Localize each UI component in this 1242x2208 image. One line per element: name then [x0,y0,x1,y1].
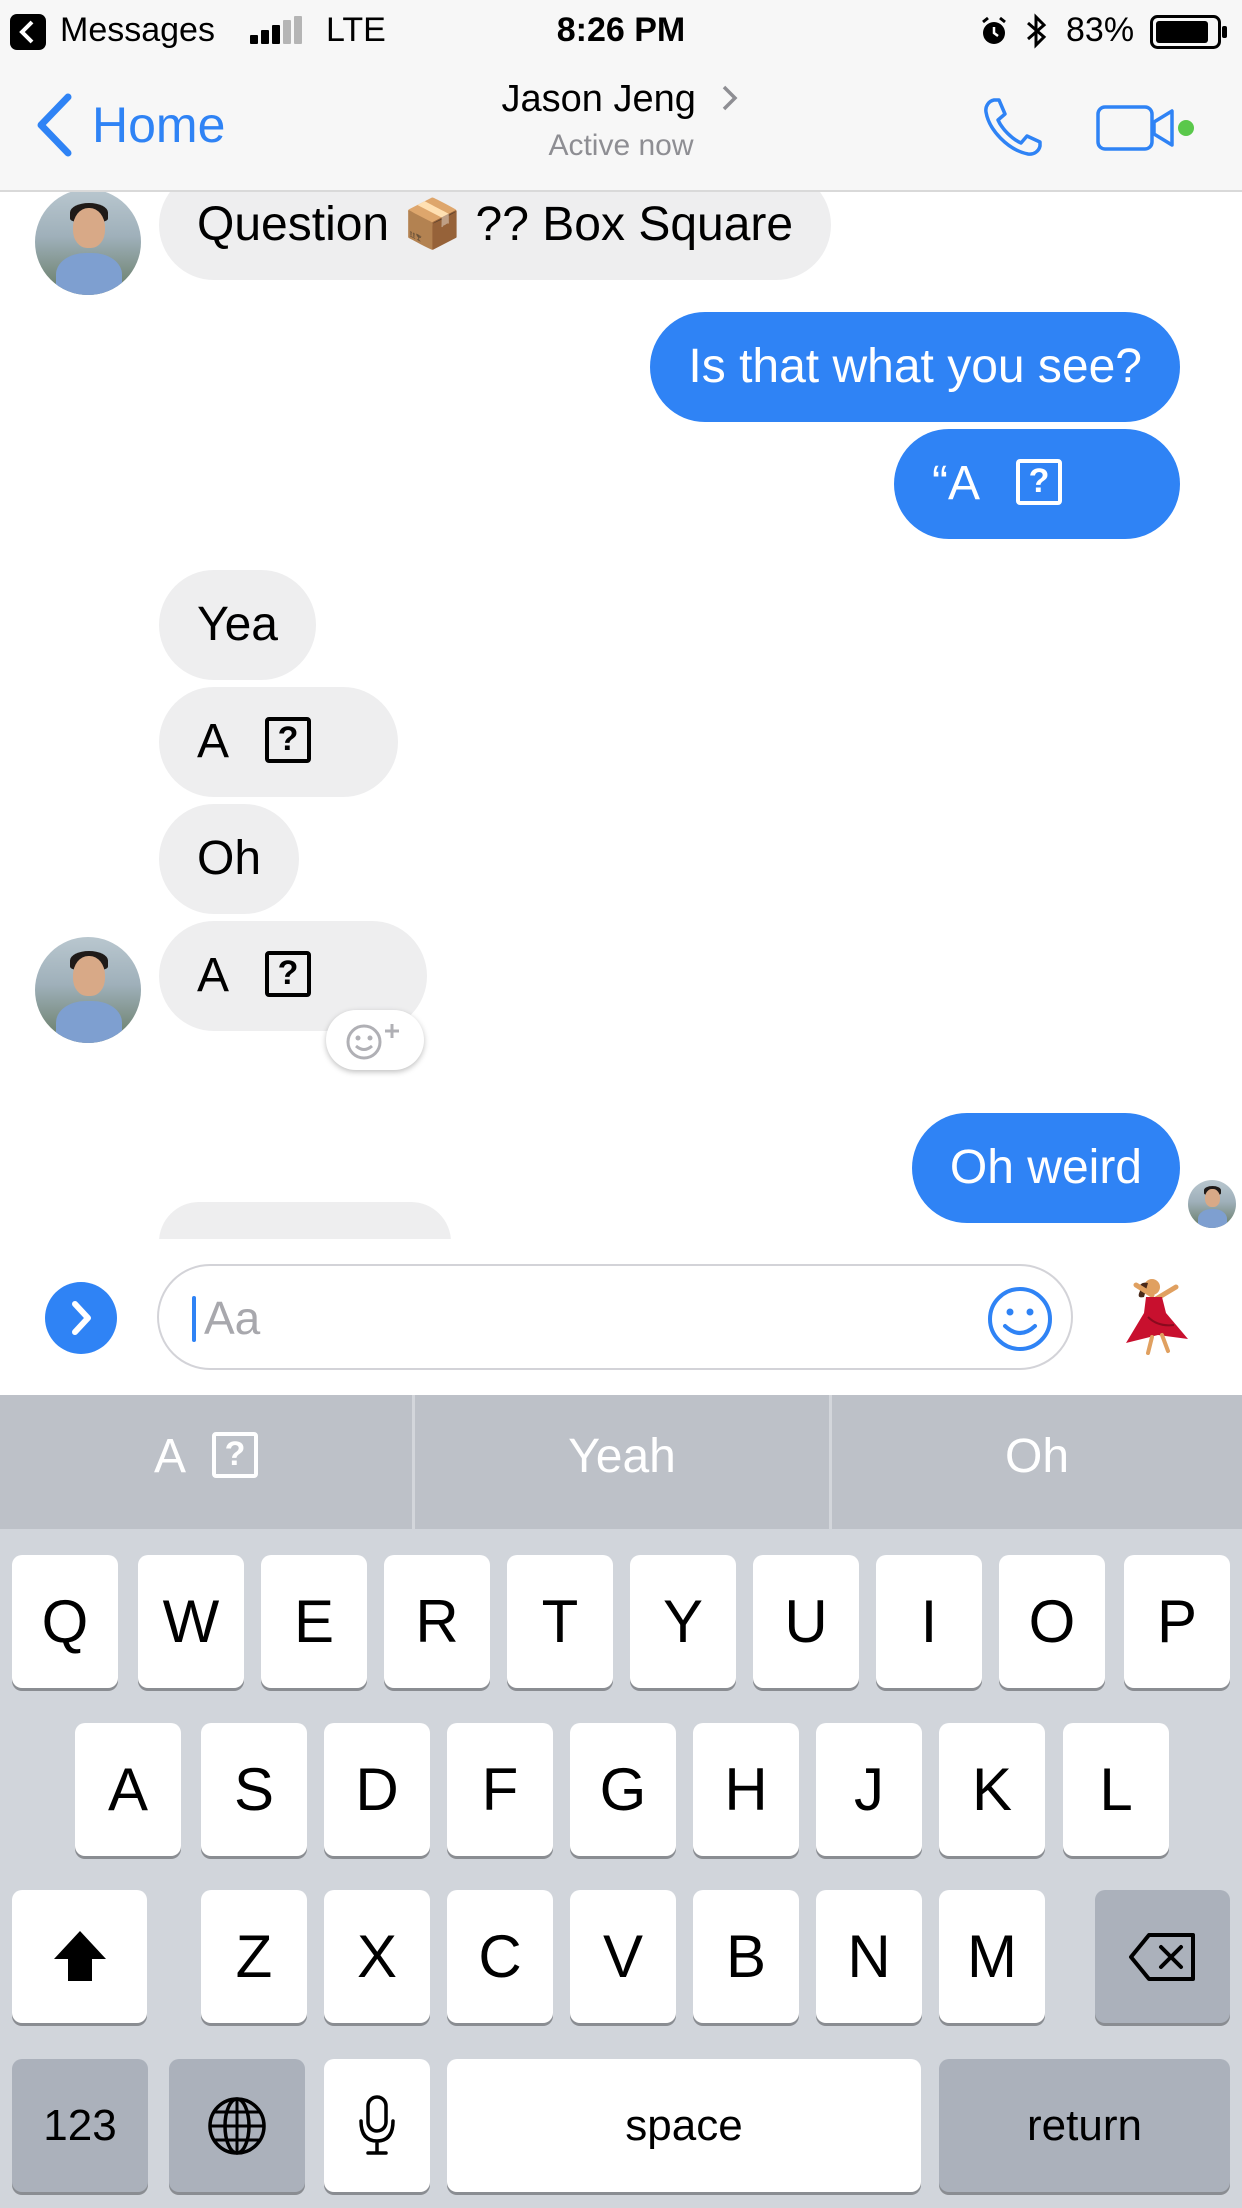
message-bubble-incoming[interactable]: Oh [159,804,300,914]
key-h[interactable]: H [693,1723,799,1856]
back-label: Home [92,97,226,153]
space-key[interactable]: space [447,2059,921,2192]
contact-status: Active now [548,129,694,162]
key-c[interactable]: C [447,1890,553,2023]
key-z[interactable]: Z [201,1890,307,2023]
keyboard: A? Yeah Oh Q W E R T Y U I O P A S D F G… [0,1395,1242,2208]
message-bubble-outgoing[interactable]: “A? [894,429,1180,539]
suggestion-3[interactable]: Oh [832,1395,1242,1529]
composer-bar: Aa [0,1239,1242,1395]
chevron-left-icon [37,93,72,157]
key-q[interactable]: Q [12,1555,118,1688]
key-v[interactable]: V [570,1890,676,2023]
shift-key[interactable] [12,1890,147,2023]
contact-avatar[interactable] [35,192,141,295]
add-reaction-button[interactable] [326,1010,424,1070]
suggestion-1[interactable]: A? [0,1395,412,1529]
message-placeholder: Aa [204,1292,261,1344]
message-bubble-outgoing[interactable]: Is that what you see? [650,312,1180,422]
chevron-right-icon [723,85,738,111]
message-input[interactable]: Aa [157,1264,1073,1370]
chevron-right-icon [72,1301,91,1335]
key-u[interactable]: U [753,1555,859,1688]
key-k[interactable]: K [939,1723,1045,1856]
message-bubble-incoming[interactable]: Question 📦 ?? Box Square [159,192,832,280]
numbers-key[interactable]: 123 [12,2059,148,2192]
key-i[interactable]: I [876,1555,982,1688]
dancer-emoji-icon[interactable] [1118,1277,1194,1357]
key-n[interactable]: N [816,1890,922,2023]
status-time: 8:26 PM [556,11,686,49]
globe-icon [208,2097,266,2155]
status-bar: Messages LTE 8:26 PM 83% [0,0,1242,62]
text-cursor [192,1296,196,1342]
key-f[interactable]: F [447,1723,553,1856]
battery-percent: 83% [1066,11,1135,49]
key-e[interactable]: E [261,1555,367,1688]
video-call-icon[interactable] [1096,102,1198,154]
suggestion-2[interactable]: Yeah [415,1395,829,1529]
key-g[interactable]: G [570,1723,676,1856]
backspace-icon [1128,1933,1195,1982]
key-a[interactable]: A [75,1723,181,1856]
seen-receipt-avatar [1188,1180,1236,1228]
emoji-smiley-icon[interactable] [985,1284,1055,1354]
back-button[interactable]: Home [34,90,225,160]
expand-actions-button[interactable] [45,1282,117,1354]
key-o[interactable]: O [999,1555,1105,1688]
missing-glyph-box: ? [212,1432,258,1479]
key-w[interactable]: W [138,1555,244,1688]
message-bubble-outgoing[interactable]: Oh weird [911,1113,1180,1223]
missing-glyph-box: ? [265,717,312,764]
key-m[interactable]: M [939,1890,1045,2023]
alarm-icon [982,16,1006,44]
globe-key[interactable] [169,2059,305,2192]
key-b[interactable]: B [693,1890,799,2023]
backspace-key[interactable] [1095,1890,1230,2023]
conversation-header: Home Jason Jeng Active now [0,62,1242,192]
key-l[interactable]: L [1063,1723,1169,1856]
missing-glyph-box: ? [1016,459,1062,506]
shift-arrow-icon [53,1931,106,1982]
key-d[interactable]: D [324,1723,430,1856]
partial-message-bubble [159,1202,451,1239]
dictation-key[interactable] [324,2059,430,2192]
key-r[interactable]: R [384,1555,490,1688]
key-j[interactable]: J [816,1723,922,1856]
key-x[interactable]: X [324,1890,430,2023]
key-p[interactable]: P [1124,1555,1230,1688]
message-list[interactable]: Question 📦 ?? Box Square Is that what yo… [0,192,1242,1239]
key-y[interactable]: Y [630,1555,736,1688]
contact-avatar[interactable] [35,937,141,1043]
predictive-bar: A? Yeah Oh [0,1395,1242,1529]
return-key[interactable]: return [939,2059,1230,2192]
bluetooth-icon [1027,13,1047,49]
phone-call-icon[interactable] [980,94,1046,160]
key-s[interactable]: S [201,1723,307,1856]
message-bubble-incoming[interactable]: A? [159,687,398,797]
missing-glyph-box: ? [265,951,312,998]
battery-icon [1150,15,1227,49]
contact-title[interactable]: Jason Jeng Active now [400,74,842,168]
smiley-add-icon [346,1024,399,1060]
microphone-icon [359,2095,395,2155]
key-t[interactable]: T [507,1555,613,1688]
contact-name: Jason Jeng [501,78,696,120]
messenger-screen: Messages LTE 8:26 PM 83% Home Jason Jeng… [0,0,1242,2208]
message-bubble-incoming[interactable]: Yea [159,570,316,680]
